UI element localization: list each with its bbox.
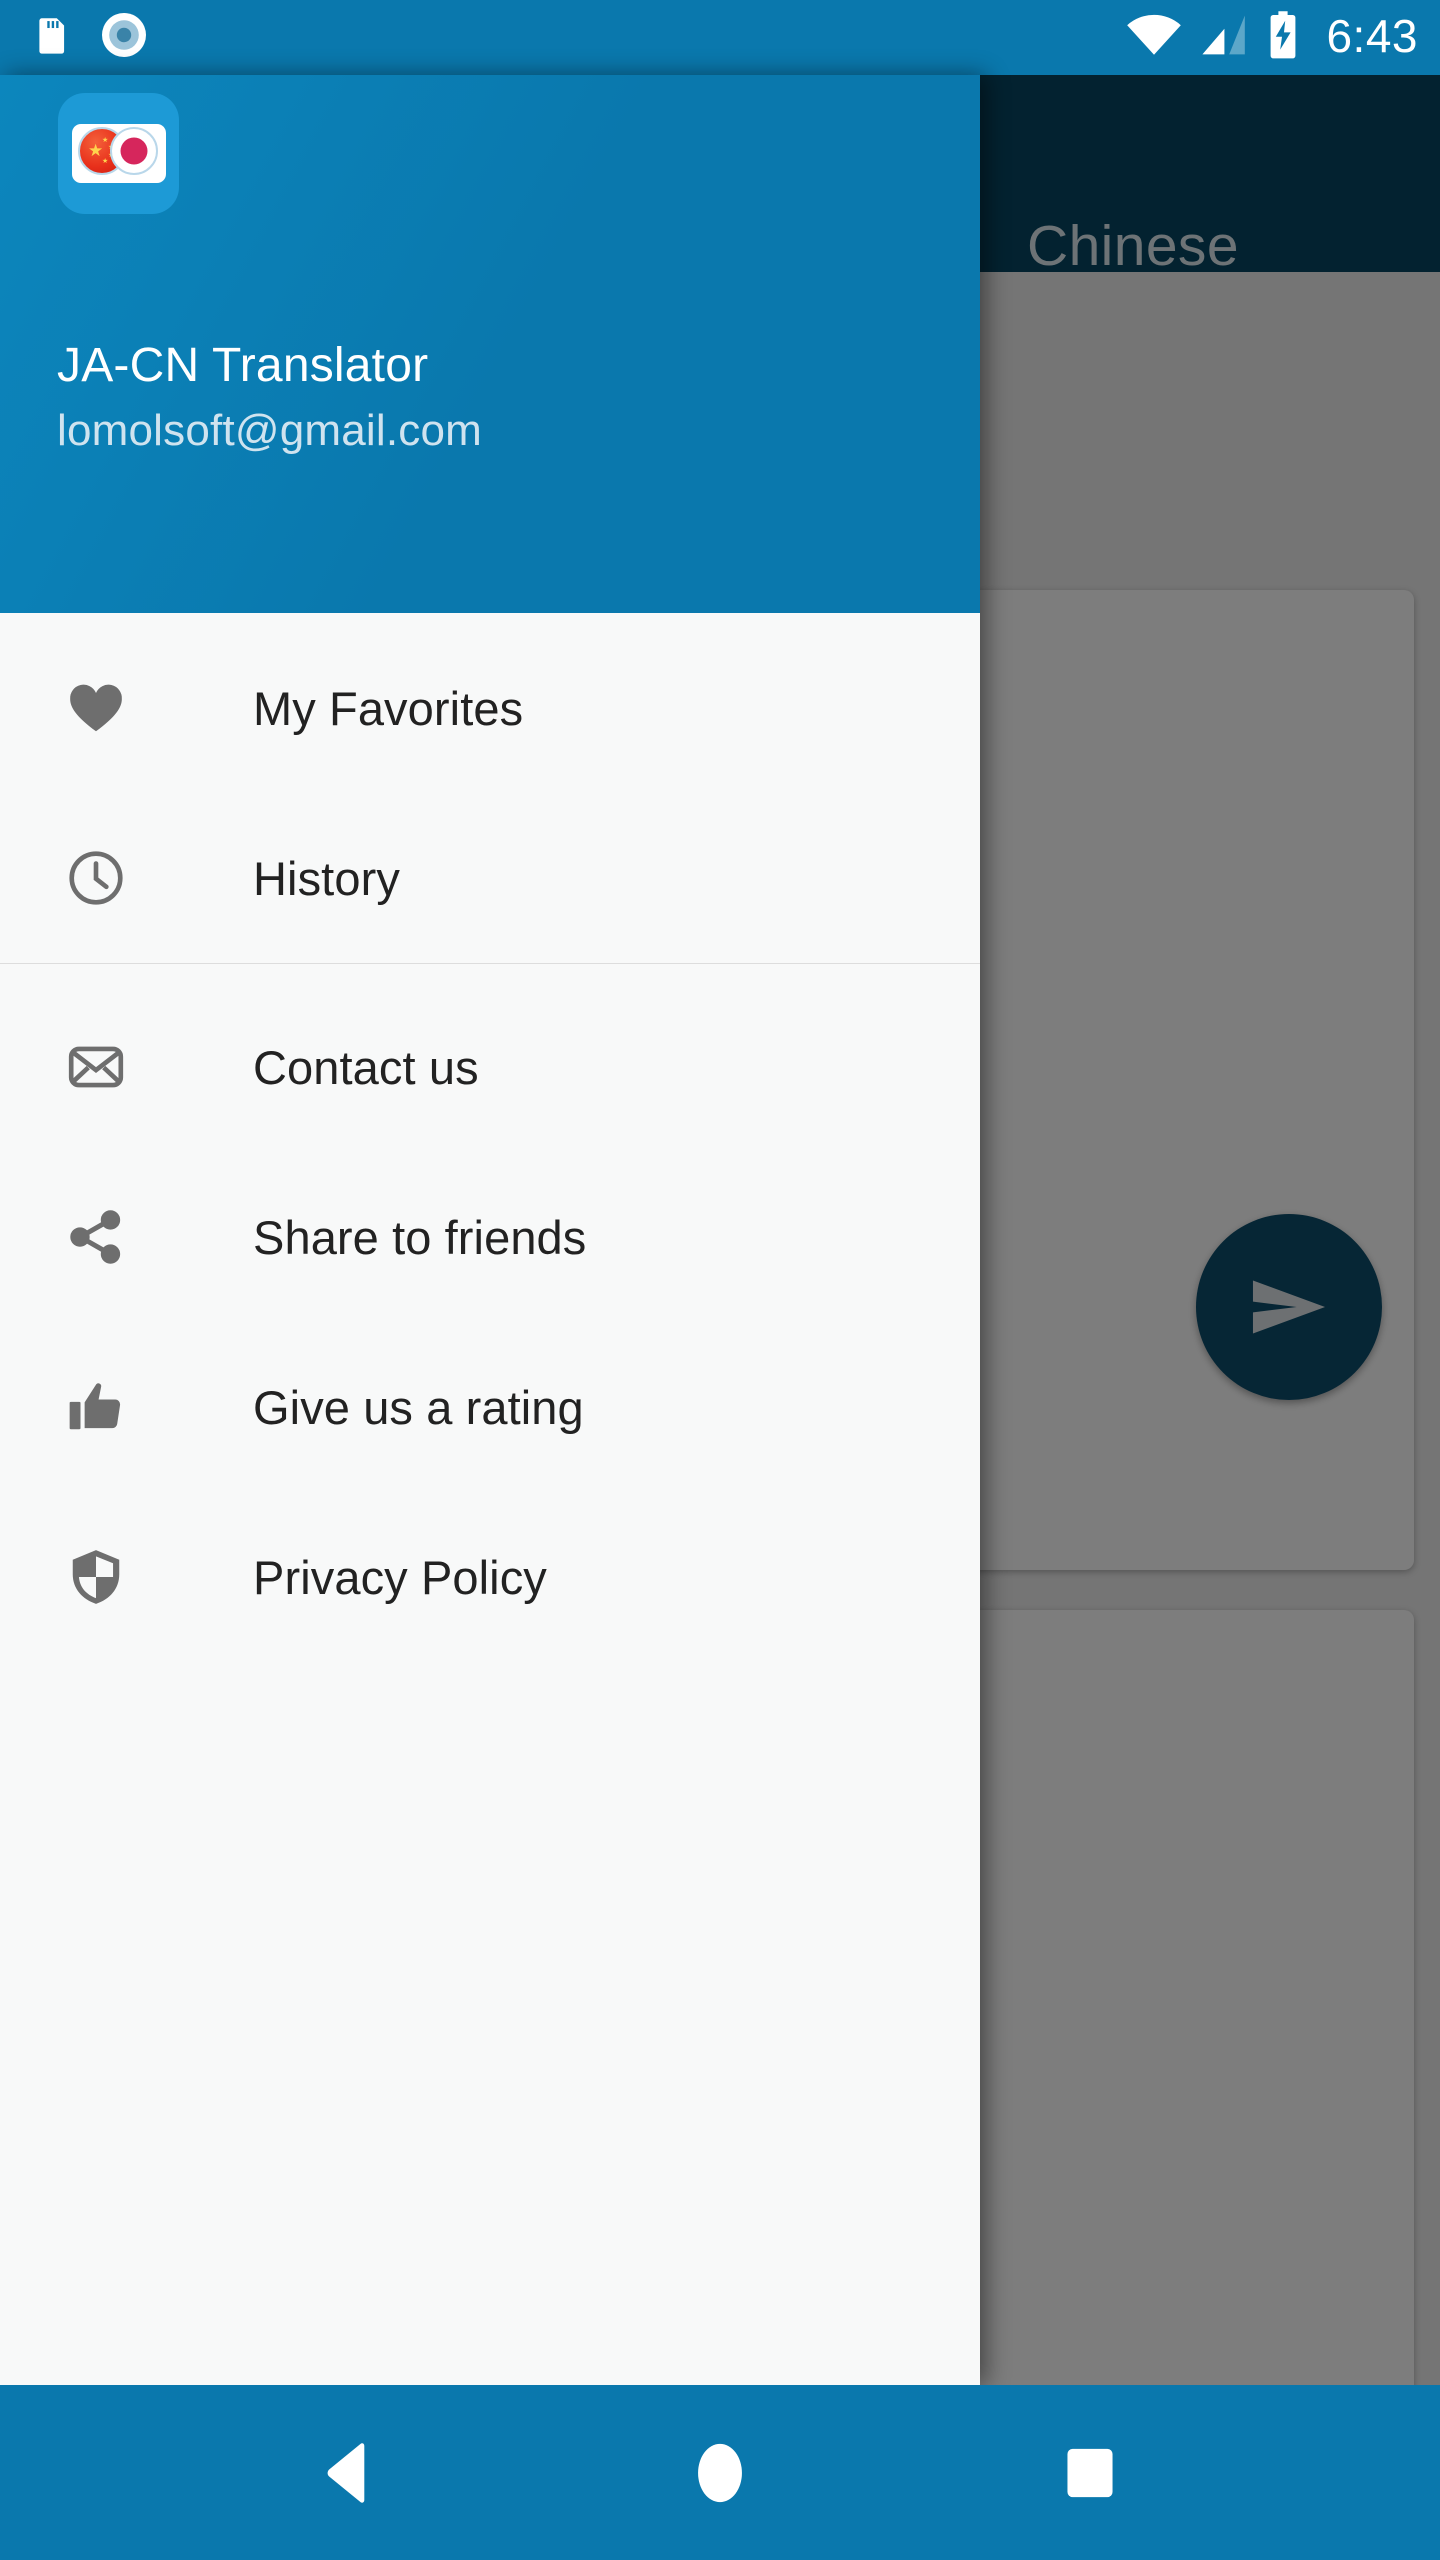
status-bar-left-icons xyxy=(34,0,148,75)
sidebar-item-privacy-policy[interactable]: Privacy Policy xyxy=(0,1492,980,1662)
status-bar-right-icons: 6:43 xyxy=(1126,0,1418,75)
ja-cn-translator-app-icon: ★ ★ ★ ★ ★ xyxy=(58,93,179,214)
drawer-menu: My Favorites History Contact us Share to… xyxy=(0,613,980,1662)
nav-back-button[interactable] xyxy=(240,2385,460,2560)
sidebar-item-label: Share to friends xyxy=(253,1210,587,1264)
recents-square-icon xyxy=(1067,2448,1113,2497)
nav-home-button[interactable] xyxy=(610,2385,830,2560)
sidebar-item-label: History xyxy=(253,851,400,905)
sidebar-item-contact-us[interactable]: Contact us xyxy=(0,982,980,1152)
clock-icon xyxy=(60,842,132,914)
sidebar-item-give-us-a-rating[interactable]: Give us a rating xyxy=(0,1322,980,1492)
system-navigation-bar xyxy=(0,2385,1440,2560)
wifi-icon xyxy=(1126,14,1182,61)
sidebar-item-my-favorites[interactable]: My Favorites xyxy=(0,623,980,793)
sidebar-item-history[interactable]: History xyxy=(0,793,980,963)
heart-icon xyxy=(60,672,132,744)
drawer-menu-group-primary: My Favorites History xyxy=(0,613,980,963)
status-bar-clock: 6:43 xyxy=(1326,10,1418,62)
envelope-icon xyxy=(60,1031,132,1103)
shield-icon xyxy=(60,1541,132,1613)
battery-charging-icon xyxy=(1266,10,1300,65)
sidebar-item-label: Privacy Policy xyxy=(253,1550,547,1604)
camera-ring-icon xyxy=(100,11,148,64)
cellular-signal-icon xyxy=(1200,14,1248,61)
sd-card-icon xyxy=(34,12,72,63)
thumbs-up-icon xyxy=(60,1371,132,1443)
drawer-header[interactable]: ★ ★ ★ ★ ★ JA-CN Translator lomolsoft@gma… xyxy=(0,75,980,613)
android-screen: Chinese 6:43 ★ ★ ★ JA-CN Translator lomo… xyxy=(0,0,1440,2560)
nav-recents-button[interactable] xyxy=(980,2385,1200,2560)
translate-button[interactable] xyxy=(1196,1214,1382,1400)
sidebar-item-label: Give us a rating xyxy=(253,1380,584,1434)
send-icon xyxy=(1252,1280,1326,1334)
share-icon xyxy=(60,1201,132,1273)
sidebar-item-label: Contact us xyxy=(253,1040,479,1094)
toolbar-title: Chinese xyxy=(1027,214,1239,278)
drawer-app-name: JA-CN Translator xyxy=(57,339,429,392)
drawer-menu-group-secondary: Contact us Share to friends Give us a ra… xyxy=(0,964,980,1662)
status-bar: 6:43 xyxy=(0,0,1440,75)
sidebar-item-share-to-friends[interactable]: Share to friends xyxy=(0,1152,980,1322)
home-circle-icon xyxy=(698,2443,742,2502)
sidebar-item-label: My Favorites xyxy=(253,681,524,735)
japan-flag-icon xyxy=(110,127,158,175)
back-triangle-icon xyxy=(327,2442,365,2503)
navigation-drawer[interactable]: ★ ★ ★ ★ ★ JA-CN Translator lomolsoft@gma… xyxy=(0,75,980,2385)
drawer-account-email: lomolsoft@gmail.com xyxy=(57,406,483,455)
